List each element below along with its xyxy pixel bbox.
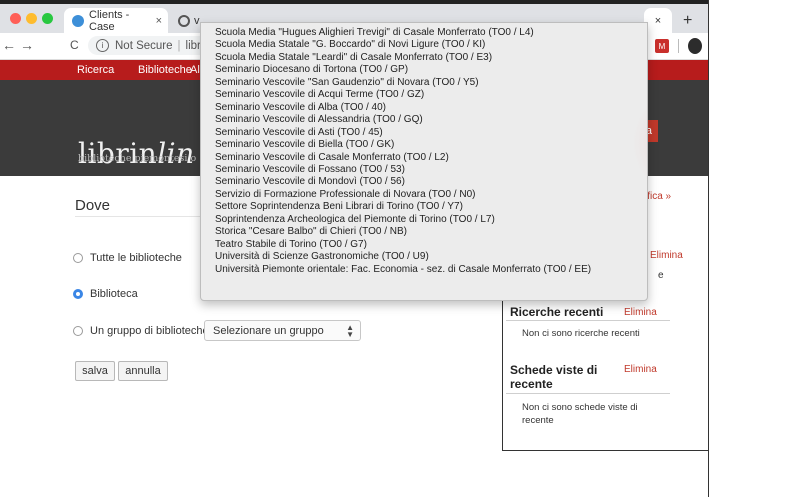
group-select-value: Selezionare un gruppo <box>213 324 324 337</box>
dropdown-option[interactable]: Seminario Vescovile di Alessandria (TO0 … <box>201 114 647 126</box>
section-title: Dove <box>75 197 111 214</box>
dropdown-option[interactable]: Storica "Cesare Balbo" di Chieri (TO0 / … <box>201 226 647 238</box>
radio-button[interactable] <box>73 326 83 336</box>
close-tab-icon[interactable]: × <box>655 15 661 27</box>
library-dropdown-list[interactable]: Scuola Media "Hugues Alighieri Trevigi" … <box>200 22 648 301</box>
cancel-button[interactable]: annulla <box>118 361 168 381</box>
dropdown-option[interactable]: Università di Scienze Gastronomiche (TO0… <box>201 251 647 263</box>
dropdown-option[interactable]: Seminario Vescovile di Acqui Terme (TO0 … <box>201 89 647 101</box>
dropdown-option[interactable]: Seminario Vescovile "San Gaudenzio" di N… <box>201 77 647 89</box>
dropdown-option[interactable]: Seminario Vescovile di Alba (TO0 / 40) <box>201 102 647 114</box>
dropdown-option[interactable]: Scuola Media Statale "G. Boccardo" di No… <box>201 39 647 51</box>
dropdown-option[interactable]: Seminario Diocesano di Tortona (TO0 / GP… <box>201 64 647 76</box>
elimina-link[interactable]: Elimina <box>650 250 683 261</box>
recent-cards-title-line: Schede viste di <box>510 363 598 377</box>
nav-biblioteche[interactable]: Biblioteche <box>138 64 192 76</box>
tab-title: v <box>194 14 200 27</box>
nav-al[interactable]: Al <box>190 64 200 76</box>
elimina-cards-link[interactable]: Elimina <box>624 364 657 375</box>
radio-group[interactable]: Un gruppo di biblioteche <box>73 325 209 337</box>
recent-cards-empty: Non ci sono schede viste di recente <box>522 401 638 427</box>
divider <box>506 320 670 321</box>
clients-favicon-icon <box>72 14 84 27</box>
dropdown-option[interactable]: Seminario Vescovile di Biella (TO0 / GK) <box>201 139 647 151</box>
group-select[interactable]: Selezionare un gruppo ▲ ▼ <box>204 320 361 341</box>
radio-library[interactable]: Biblioteca <box>73 288 138 300</box>
tab-favicon-icon <box>178 14 190 27</box>
toolbar-divider <box>678 39 679 53</box>
divider <box>75 216 200 217</box>
recent-cards-title-line: recente <box>510 377 553 391</box>
select-arrows-icon: ▲ ▼ <box>346 322 354 339</box>
dropdown-option[interactable]: Università Piemonte orientale: Fac. Econ… <box>201 264 647 276</box>
radio-label: Tutte le biblioteche <box>90 252 182 264</box>
divider <box>506 393 670 394</box>
radio-button-selected[interactable] <box>73 289 83 299</box>
dropdown-option[interactable]: Seminario Vescovile di Mondovì (TO0 / 56… <box>201 176 647 188</box>
radio-label: Biblioteca <box>90 288 138 300</box>
recent-cards-empty-line: Non ci sono schede viste di <box>522 402 638 413</box>
new-tab-button[interactable]: + <box>683 12 692 30</box>
radio-button[interactable] <box>73 253 83 263</box>
partial-text: e <box>658 270 664 281</box>
dropdown-option[interactable]: Seminario Vescovile di Asti (TO0 / 45) <box>201 127 647 139</box>
profile-icon[interactable] <box>688 38 702 54</box>
save-button[interactable]: salva <box>75 361 115 381</box>
radio-label: Un gruppo di biblioteche <box>90 325 209 337</box>
browser-tab-clients[interactable]: Clients - Case × <box>64 8 168 33</box>
dropdown-option[interactable]: Seminario Vescovile di Casale Monferrato… <box>201 152 647 164</box>
recent-searches-empty: Non ci sono ricerche recenti <box>522 328 640 339</box>
back-button[interactable]: ← <box>2 37 16 53</box>
elimina-searches-link[interactable]: Elimina <box>624 307 657 318</box>
dropdown-option[interactable]: Soprintendenza Archeologica del Piemonte… <box>201 214 647 226</box>
dropdown-option[interactable]: Scuola Media Statale "Leardi" di Casale … <box>201 52 647 64</box>
extension-icon[interactable]: M <box>655 39 669 53</box>
url-separator: | <box>177 39 181 52</box>
reload-button[interactable]: C <box>70 38 79 52</box>
dropdown-option[interactable]: Scuola Media "Hugues Alighieri Trevigi" … <box>201 27 647 39</box>
close-window-button[interactable] <box>10 13 21 24</box>
forward-button[interactable]: → <box>20 37 34 53</box>
minimize-window-button[interactable] <box>26 13 37 24</box>
radio-all-libraries[interactable]: Tutte le biblioteche <box>73 252 182 264</box>
info-icon[interactable]: i <box>96 39 109 52</box>
dropdown-option[interactable]: Seminario Vescovile di Fossano (TO0 / 53… <box>201 164 647 176</box>
recent-cards-title: Schede viste di recente <box>510 363 597 391</box>
maximize-window-button[interactable] <box>42 13 53 24</box>
nav-ricerca[interactable]: Ricerca <box>77 64 114 76</box>
site-tagline: biblioteche piemontesi o <box>78 153 197 164</box>
close-tab-icon[interactable]: × <box>156 15 162 27</box>
modify-link[interactable]: ifica » <box>645 191 671 202</box>
tab-title: Clients - Case <box>89 8 130 33</box>
dropdown-option[interactable]: Servizio di Formazione Professionale di … <box>201 189 647 201</box>
recent-searches-title: Ricerche recenti <box>510 305 604 319</box>
recent-cards-empty-line: recente <box>522 415 554 426</box>
security-label: Not Secure <box>115 39 173 52</box>
dropdown-option[interactable]: Settore Soprintendenza Beni Librari di T… <box>201 201 647 213</box>
dropdown-option[interactable]: Teatro Stabile di Torino (TO0 / G7) <box>201 239 647 251</box>
screenshot-frame: Clients - Case × v × + ← → C i Not Secur… <box>0 0 709 497</box>
browser-tab-right[interactable]: × <box>644 8 672 33</box>
